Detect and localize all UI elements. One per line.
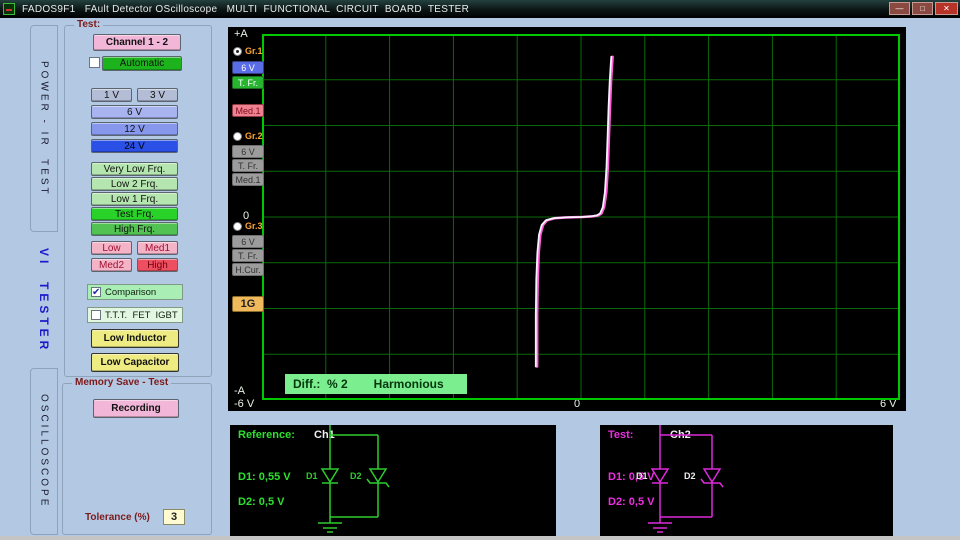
gr1-radio-row[interactable]: Gr.1 <box>233 46 263 56</box>
test-d1-tag: D1 <box>636 471 648 481</box>
tolerance-label: Tolerance (%) <box>85 512 150 523</box>
gain-1g-button[interactable]: 1G <box>232 296 264 312</box>
window-controls: — □ ✕ <box>889 2 958 15</box>
y-axis-bottom-label: -A <box>234 385 245 397</box>
voltage-12v-button[interactable]: 12 V <box>91 122 178 136</box>
comparison-checkbox[interactable]: ✔ <box>91 287 101 297</box>
test-circuit-diagram: D1 D2 <box>600 425 893 537</box>
gr1-radio[interactable] <box>233 47 242 56</box>
gr3-radio[interactable] <box>233 222 242 231</box>
voltage-6v-button[interactable]: 6 V <box>91 105 178 119</box>
reference-circuit-diagram: D1 D2 <box>230 425 556 537</box>
low-inductor-button[interactable]: Low Inductor <box>91 329 179 348</box>
ttt-checkbox-row[interactable]: T.T.T. FET IGBT <box>87 307 183 323</box>
voltage-3v-button[interactable]: 3 V <box>137 88 178 102</box>
very-low-frq-button[interactable]: Very Low Frq. <box>91 162 178 176</box>
tab-vi-tester-label: VI TESTER <box>37 248 51 353</box>
gr1-voltage-button[interactable]: 6 V <box>232 61 264 74</box>
window-title: FADOS9F1 FAult Detector OScilloscope MUL… <box>22 4 469 15</box>
gr1-freq-button[interactable]: T. Fr. <box>232 76 264 89</box>
x-axis-left-label: -6 V <box>234 398 254 410</box>
maximize-button[interactable]: □ <box>912 2 933 15</box>
test-d2-tag: D2 <box>684 471 696 481</box>
channel-1-2-button[interactable]: Channel 1 - 2 <box>93 34 181 51</box>
gr2-radio-label: Gr.2 <box>245 131 263 141</box>
reference-curve <box>536 57 612 367</box>
comparison-checkbox-row[interactable]: ✔ Comparison <box>87 284 183 300</box>
harmonious-status: Harmonious <box>374 377 444 391</box>
voltage-1v-button[interactable]: 1 V <box>91 88 132 102</box>
gr3-radio-row[interactable]: Gr.3 <box>233 221 263 231</box>
low-1-frq-button[interactable]: Low 1 Frq. <box>91 192 178 206</box>
gr2-freq-button[interactable]: T. Fr. <box>232 159 264 172</box>
gr3-current-button[interactable]: H.Cur. <box>232 263 264 276</box>
gr3-freq-button[interactable]: T. Fr. <box>232 249 264 262</box>
memory-groupbox: Memory Save - Test Recording Tolerance (… <box>62 383 212 535</box>
memory-groupbox-caption: Memory Save - Test <box>72 377 171 388</box>
tolerance-input[interactable] <box>163 509 185 525</box>
current-med1-button[interactable]: Med1 <box>137 241 178 255</box>
ttt-checkbox[interactable] <box>91 310 101 320</box>
app-icon <box>3 3 15 15</box>
close-button[interactable]: ✕ <box>935 2 958 15</box>
voltage-24v-button[interactable]: 24 V <box>91 139 178 153</box>
current-low-button[interactable]: Low <box>91 241 132 255</box>
gr1-radio-label: Gr.1 <box>245 46 263 56</box>
current-high-button[interactable]: High <box>137 258 178 272</box>
gr2-radio-row[interactable]: Gr.2 <box>233 131 263 141</box>
gr2-voltage-button[interactable]: 6 V <box>232 145 264 158</box>
low-2-frq-button[interactable]: Low 2 Frq. <box>91 177 178 191</box>
gr2-current-button[interactable]: Med.1 <box>232 173 264 186</box>
automatic-checkbox[interactable] <box>89 57 100 68</box>
minimize-button[interactable]: — <box>889 2 910 15</box>
recording-button[interactable]: Recording <box>93 399 179 418</box>
vi-scope: +A 0 -A -6 V 0 6 V Gr.1 6 V T. Fr. Med.1… <box>228 27 906 411</box>
tab-vi-tester[interactable]: VI TESTER <box>30 240 58 362</box>
tab-power-ir-test[interactable]: POWER - IR TEST <box>30 25 58 232</box>
tab-oscilloscope[interactable]: OSCILLOSCOPE <box>30 368 58 535</box>
test-groupbox: Test: Channel 1 - 2 Automatic 1 V 3 V 6 … <box>64 25 212 377</box>
y-axis-top-label: +A <box>234 28 248 40</box>
ttt-label: T.T.T. FET IGBT <box>105 310 178 321</box>
gr1-current-button[interactable]: Med.1 <box>232 104 264 117</box>
low-capacitor-button[interactable]: Low Capacitor <box>91 353 179 372</box>
reference-d2-tag: D2 <box>350 471 362 481</box>
gr2-radio[interactable] <box>233 132 242 141</box>
tab-oscilloscope-label: OSCILLOSCOPE <box>39 394 50 508</box>
tab-power-ir-test-label: POWER - IR TEST <box>39 61 50 197</box>
diff-result-bar: Diff.: % 2 Harmonious <box>285 374 467 394</box>
reference-d1-tag: D1 <box>306 471 318 481</box>
diff-value: Diff.: % 2 <box>293 377 348 391</box>
test-frq-button[interactable]: Test Frq. <box>91 207 178 221</box>
gr3-voltage-button[interactable]: 6 V <box>232 235 264 248</box>
high-frq-button[interactable]: High Frq. <box>91 222 178 236</box>
gr3-radio-label: Gr.3 <box>245 221 263 231</box>
test-result-panel: Test: Ch2 D1: 0,5 V D2: 0,5 V D1 D2 <box>600 425 893 537</box>
vi-curve-plot <box>262 34 900 400</box>
current-med2-button[interactable]: Med2 <box>91 258 132 272</box>
reference-panel: Reference: Ch1 D1: 0,55 V D2: 0,5 V D1 D… <box>230 425 556 537</box>
window-bottom-edge <box>0 536 960 540</box>
title-bar: FADOS9F1 FAult Detector OScilloscope MUL… <box>0 0 960 18</box>
comparison-label: Comparison <box>105 287 156 298</box>
automatic-button[interactable]: Automatic <box>102 56 182 71</box>
test-groupbox-caption: Test: <box>74 19 103 30</box>
